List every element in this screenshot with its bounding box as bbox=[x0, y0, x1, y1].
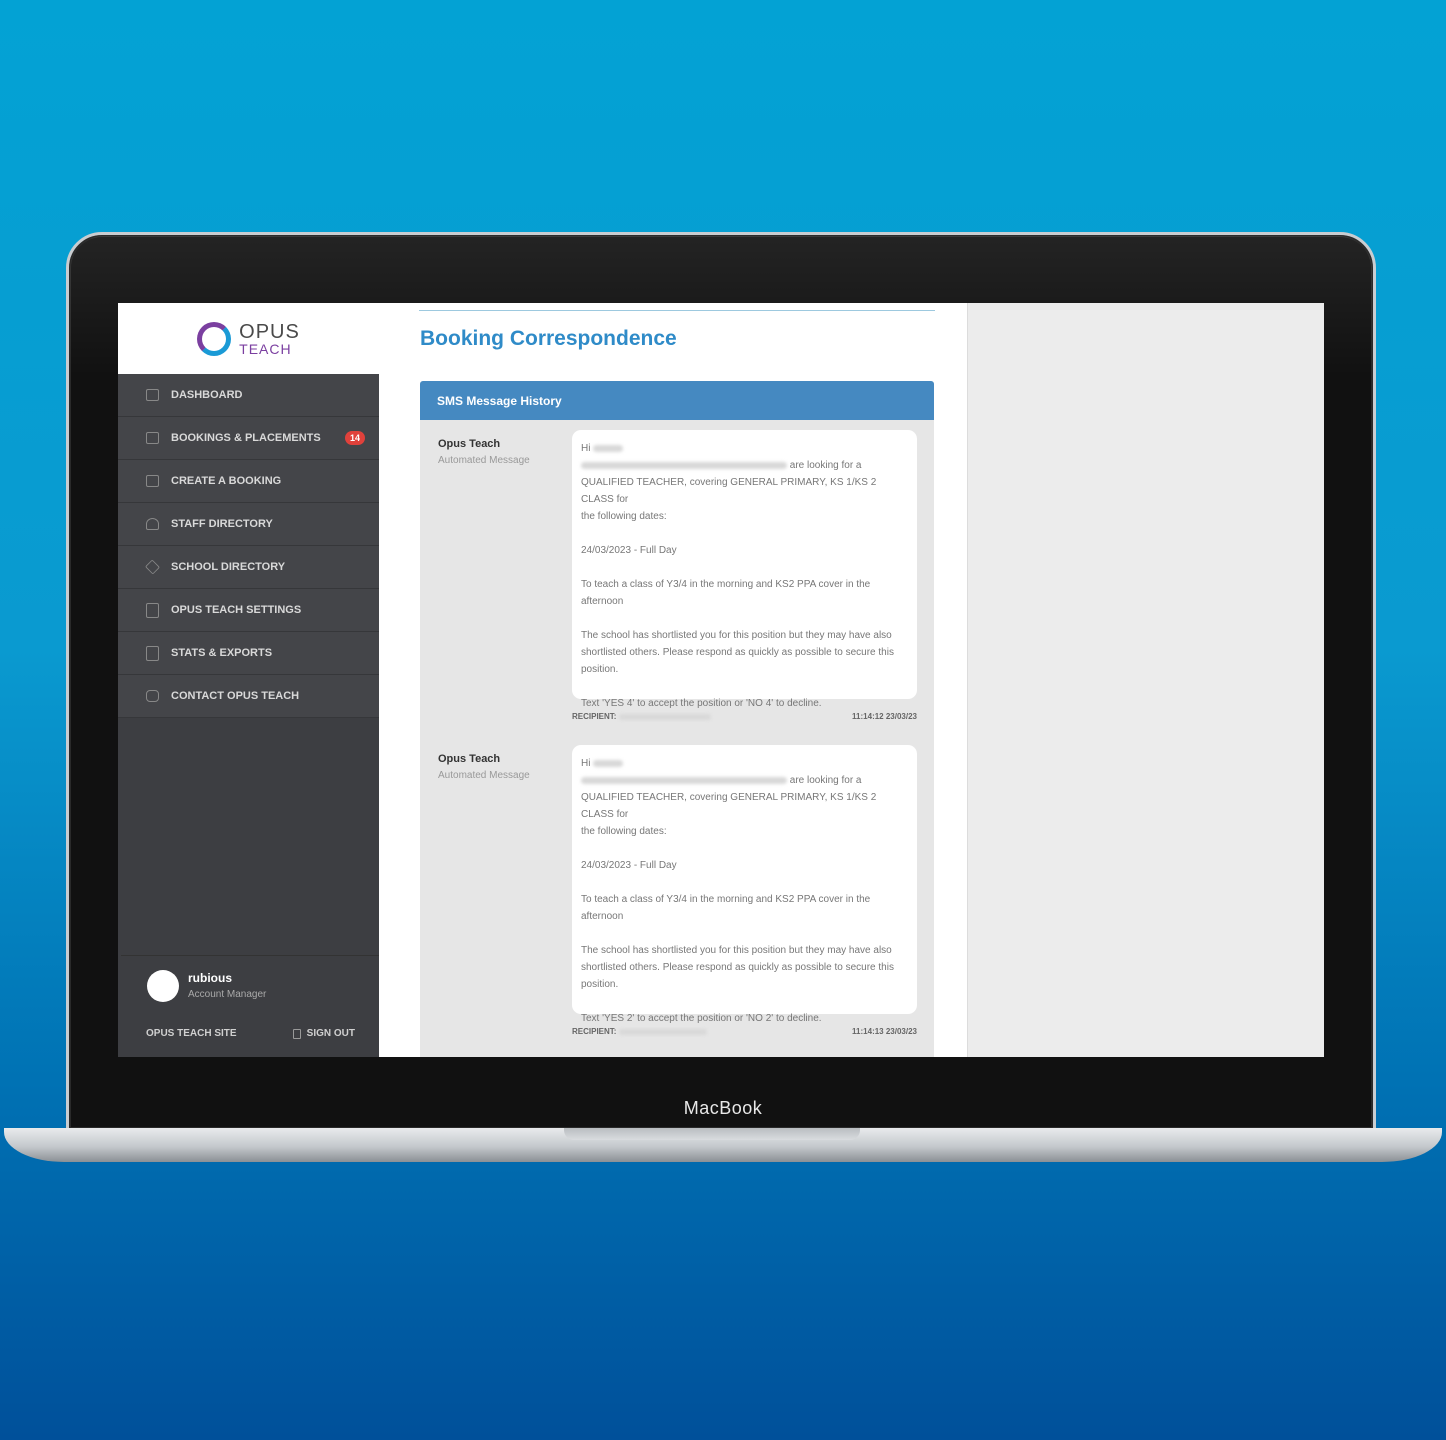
sidebar-item-label: CONTACT OPUS TEACH bbox=[171, 690, 300, 702]
sidebar-item-settings[interactable]: OPUS TEACH SETTINGS bbox=[118, 589, 379, 632]
avatar[interactable] bbox=[147, 970, 179, 1002]
logo-ring-icon bbox=[197, 321, 232, 356]
message-bubble: Hi are looking for a QUALIFIED TEACHER, … bbox=[572, 430, 917, 709]
page-title: Booking Correspondence bbox=[420, 327, 677, 350]
dashboard-icon bbox=[146, 389, 159, 401]
sidebar-nav: DASHBOARD BOOKINGS & PLACEMENTS 14 CREAT… bbox=[118, 374, 379, 718]
task-line: afternoon bbox=[581, 911, 624, 922]
sidebar: OPUS TEACH DASHBOARD BOOKINGS & PLACEMEN… bbox=[118, 303, 379, 1057]
logo[interactable]: OPUS TEACH bbox=[118, 303, 379, 374]
sidebar-item-bookings[interactable]: BOOKINGS & PLACEMENTS 14 bbox=[118, 417, 379, 460]
sign-out-icon bbox=[292, 1028, 301, 1039]
message-sender-type: Automated Message bbox=[438, 455, 530, 466]
redacted-name bbox=[593, 444, 624, 452]
chat-icon bbox=[146, 690, 159, 702]
task-line: To teach a class of Y3/4 in the morning … bbox=[581, 894, 871, 905]
sign-out-label: SIGN OUT bbox=[306, 1028, 355, 1039]
laptop-notch bbox=[564, 1128, 860, 1140]
clipboard-icon bbox=[146, 645, 159, 661]
device-brand-label: MacBook bbox=[683, 1098, 763, 1118]
role-line: QUALIFIED TEACHER, covering GENERAL PRIM… bbox=[581, 477, 877, 505]
message-timestamp: 11:14:12 23/03/23 bbox=[852, 712, 917, 721]
briefcase-icon bbox=[146, 432, 159, 444]
shortlist-line: The school has shortlisted you for this … bbox=[581, 630, 892, 641]
reply-instruction: Text 'YES 2' to accept the position or '… bbox=[581, 1013, 822, 1024]
dates-intro: the following dates: bbox=[581, 511, 667, 522]
app-screen: OPUS TEACH DASHBOARD BOOKINGS & PLACEMEN… bbox=[118, 303, 1324, 1057]
reply-instruction: Text 'YES 4' to accept the position or '… bbox=[581, 698, 822, 709]
user-panel: rubious Account Manager OPUS TEACH SITE … bbox=[121, 955, 379, 1057]
message-bubble: Hi are looking for a QUALIFIED TEACHER, … bbox=[572, 745, 917, 1024]
sidebar-item-staff-directory[interactable]: STAFF DIRECTORY bbox=[118, 503, 379, 546]
sidebar-item-label: BOOKINGS & PLACEMENTS bbox=[171, 432, 321, 444]
sidebar-item-contact[interactable]: CONTACT OPUS TEACH bbox=[118, 675, 379, 718]
sidebar-item-stats[interactable]: STATS & EXPORTS bbox=[118, 632, 379, 675]
logo-teach: TEACH bbox=[239, 340, 292, 357]
main-content: Booking Correspondence SMS Message Histo… bbox=[379, 303, 967, 1057]
calendar-icon bbox=[146, 475, 159, 487]
bookings-count-badge: 14 bbox=[344, 431, 365, 445]
greeting: Hi bbox=[581, 443, 591, 454]
sidebar-item-label: CREATE A BOOKING bbox=[171, 475, 282, 487]
sidebar-item-create-booking[interactable]: CREATE A BOOKING bbox=[118, 460, 379, 503]
greeting: Hi bbox=[581, 758, 591, 769]
person-icon bbox=[146, 518, 159, 530]
message-timestamp: 11:14:13 23/03/23 bbox=[852, 1027, 917, 1036]
sidebar-item-label: STAFF DIRECTORY bbox=[171, 518, 273, 530]
message-sender: Opus Teach bbox=[438, 753, 501, 765]
redacted-name bbox=[593, 759, 624, 767]
redacted-recipient bbox=[618, 1028, 707, 1035]
school-line: are looking for a bbox=[789, 775, 862, 786]
logo-text: OPUS TEACH bbox=[239, 322, 300, 356]
role-line: QUALIFIED TEACHER, covering GENERAL PRIM… bbox=[581, 792, 877, 820]
date-line: 24/03/2023 - Full Day bbox=[581, 860, 677, 871]
message-meta: RECIPIENT: 11:14:12 23/03/23 bbox=[572, 712, 917, 721]
opus-teach-site-link[interactable]: OPUS TEACH SITE bbox=[146, 1028, 237, 1039]
message-sender: Opus Teach bbox=[438, 438, 501, 450]
redacted-recipient bbox=[618, 713, 711, 720]
redacted-school bbox=[581, 461, 787, 469]
shortlist-line: shortlisted others. Please respond as qu… bbox=[581, 647, 894, 658]
shortlist-line: shortlisted others. Please respond as qu… bbox=[581, 962, 894, 973]
clipboard-icon bbox=[146, 602, 159, 618]
shortlist-line: position. bbox=[581, 979, 619, 990]
panel-title: SMS Message History bbox=[420, 381, 934, 420]
sidebar-item-dashboard[interactable]: DASHBOARD bbox=[118, 374, 379, 417]
user-role: Account Manager bbox=[188, 989, 267, 1000]
message-meta: RECIPIENT: 11:14:13 23/03/23 bbox=[572, 1027, 917, 1036]
sms-history-panel: SMS Message History Opus Teach Automated… bbox=[420, 381, 934, 1057]
right-panel bbox=[967, 303, 1324, 1057]
graduation-cap-icon bbox=[144, 559, 161, 575]
redacted-school bbox=[581, 776, 787, 784]
sidebar-item-label: OPUS TEACH SETTINGS bbox=[171, 604, 302, 616]
sign-out-button[interactable]: SIGN OUT bbox=[292, 1028, 355, 1039]
logo-opus: OPUS bbox=[239, 320, 300, 343]
task-line: afternoon bbox=[581, 596, 624, 607]
sidebar-item-school-directory[interactable]: SCHOOL DIRECTORY bbox=[118, 546, 379, 589]
sidebar-item-label: SCHOOL DIRECTORY bbox=[171, 561, 286, 573]
task-line: To teach a class of Y3/4 in the morning … bbox=[581, 579, 871, 590]
recipient-label: RECIPIENT: bbox=[572, 712, 617, 721]
shortlist-line: The school has shortlisted you for this … bbox=[581, 945, 892, 956]
shortlist-line: position. bbox=[581, 664, 619, 675]
sidebar-item-label: DASHBOARD bbox=[171, 389, 243, 401]
user-name: rubious bbox=[188, 971, 232, 985]
date-line: 24/03/2023 - Full Day bbox=[581, 545, 677, 556]
school-line: are looking for a bbox=[789, 460, 862, 471]
message-sender-type: Automated Message bbox=[438, 770, 530, 781]
divider bbox=[419, 310, 935, 311]
sidebar-item-label: STATS & EXPORTS bbox=[171, 647, 273, 659]
recipient-label: RECIPIENT: bbox=[572, 1027, 617, 1036]
dates-intro: the following dates: bbox=[581, 826, 667, 837]
